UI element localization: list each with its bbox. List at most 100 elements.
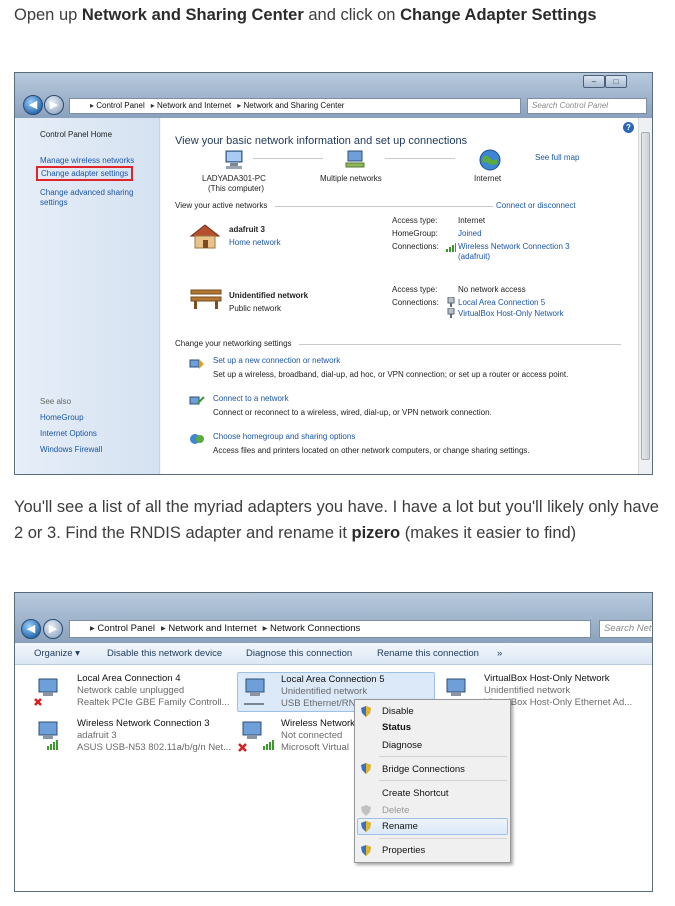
search-input[interactable]: Search Control Panel xyxy=(527,98,647,114)
network-1-name: adafruit 3 xyxy=(229,225,266,234)
uac-shield-icon xyxy=(361,763,371,774)
back-icon[interactable]: ◀ xyxy=(21,619,41,639)
menu-item-rename[interactable]: Rename xyxy=(382,821,418,832)
adapter-status: adafruit 3 xyxy=(77,730,117,741)
connections-label: Connections: xyxy=(392,298,439,307)
organize-menu[interactable]: Organize ▾ xyxy=(34,648,80,659)
forward-icon[interactable]: ▶ xyxy=(43,619,63,639)
menu-hover-highlight xyxy=(357,818,508,835)
network-1-type[interactable]: Home network xyxy=(229,238,281,247)
task-connect-network-link[interactable]: Connect to a network xyxy=(213,394,289,403)
address-bar[interactable]: Control Panel Network and Internet Network… xyxy=(69,98,521,114)
adapter-status: Network cable unplugged xyxy=(77,685,185,696)
virtualbox-host-only-link[interactable]: VirtualBox Host-Only Network xyxy=(458,309,564,318)
breadcrumb-network-connections[interactable]: Network Connections xyxy=(263,623,361,634)
wireless-connection-3-link[interactable]: Wireless Network Connection 3 xyxy=(458,242,570,251)
connect-disconnect-link[interactable]: Connect or disconnect xyxy=(496,201,576,210)
uac-shield-icon xyxy=(361,845,371,856)
see-also-label: See also xyxy=(40,397,72,406)
menu-item-bridge-connections[interactable]: Bridge Connections xyxy=(382,764,465,775)
network-2-name: Unidentified network xyxy=(229,291,309,300)
homegroup-joined-link[interactable]: Joined xyxy=(458,229,482,238)
wireless-adapter-icon xyxy=(38,721,58,750)
back-icon[interactable]: ◀ xyxy=(23,95,43,115)
menu-separator xyxy=(379,756,507,757)
see-also-homegroup[interactable]: HomeGroup xyxy=(40,413,84,422)
sidebar-home[interactable]: Control Panel Home xyxy=(40,130,112,139)
connections-label: Connections: xyxy=(392,242,439,251)
connect-network-icon xyxy=(189,396,205,405)
disable-device-button[interactable]: Disable this network device xyxy=(107,648,222,659)
adapter-wireless-network-connection-3[interactable]: Wireless Network Connection 3 adafruit 3… xyxy=(33,718,233,758)
task-homegroup-link[interactable]: Choose homegroup and sharing options xyxy=(213,432,355,441)
breadcrumb-network-internet[interactable]: Network and Internet xyxy=(151,101,232,110)
menu-item-diagnose[interactable]: Diagnose xyxy=(382,740,422,751)
adapter-name: Local Area Connection 5 xyxy=(281,674,385,685)
help-icon[interactable]: ? xyxy=(623,122,634,133)
menu-item-delete: Delete xyxy=(382,805,410,816)
command-toolbar: Organize ▾ Disable this network device D… xyxy=(15,643,652,665)
pizero-term: pizero xyxy=(351,524,401,542)
adapter-name: Local Area Connection 4 xyxy=(77,673,181,684)
menu-item-disable[interactable]: Disable xyxy=(382,706,414,717)
forward-icon[interactable]: ▶ xyxy=(44,95,64,115)
sidebar: Control Panel Home Manage wireless netwo… xyxy=(16,118,160,474)
multiple-networks-label: Multiple networks xyxy=(320,174,382,183)
sidebar-item-change-adapter-settings[interactable]: Change adapter settings xyxy=(36,166,134,181)
uac-shield-icon xyxy=(361,821,371,832)
rename-connection-button[interactable]: Rename this connection xyxy=(377,648,479,659)
access-type-value: No network access xyxy=(458,285,526,294)
maximize-button[interactable]: □ xyxy=(605,75,627,88)
map-connector-line xyxy=(385,158,455,159)
sidebar-item-advanced-sharing[interactable]: Change advanced sharing settings xyxy=(40,188,150,208)
adapter-status: Not connected xyxy=(281,730,343,741)
breadcrumb-network-sharing-center[interactable]: Network and Sharing Center xyxy=(237,101,344,110)
adapter-status: Unidentified network xyxy=(484,685,571,696)
network-sharing-center-term: Network and Sharing Center xyxy=(81,6,304,24)
section-divider xyxy=(275,206,493,207)
adapter-local-area-connection-4[interactable]: Local Area Connection 4 Network cable un… xyxy=(33,673,233,713)
diagnose-connection-button[interactable]: Diagnose this connection xyxy=(246,648,352,659)
breadcrumb-network-internet[interactable]: Network and Internet xyxy=(161,623,257,634)
network-sharing-center-screenshot: – □ ◀ ▶ Control Panel Network and Interne… xyxy=(14,72,653,475)
task-homegroup-desc: Access files and printers located on oth… xyxy=(213,446,530,455)
more-commands-button[interactable]: » xyxy=(497,648,502,659)
breadcrumb-control-panel[interactable]: Control Panel xyxy=(90,101,145,110)
menu-separator xyxy=(379,780,507,781)
change-settings-label: Change your networking settings xyxy=(175,339,292,348)
adapter-wireless-network[interactable]: Wireless Network Not connected Microsoft… xyxy=(237,718,355,758)
main-panel: ? View your basic network information an… xyxy=(161,118,638,474)
vertical-scrollbar[interactable] xyxy=(638,118,652,474)
see-full-map-link[interactable]: See full map xyxy=(535,153,579,162)
address-bar[interactable]: Control Panel Network and Internet Network… xyxy=(69,620,591,638)
network-adapter-icon xyxy=(244,678,265,705)
search-input[interactable]: Search Net xyxy=(599,620,652,638)
menu-item-status[interactable]: Status xyxy=(382,722,411,733)
scrollbar-thumb[interactable] xyxy=(641,132,650,460)
task-setup-connection-link[interactable]: Set up a new connection or network xyxy=(213,356,340,365)
task-setup-connection-desc: Set up a wireless, broadband, dial-up, a… xyxy=(213,370,569,379)
new-connection-icon xyxy=(189,359,204,369)
network-adapter-icon xyxy=(34,678,58,706)
network-icon xyxy=(345,150,365,168)
menu-item-properties[interactable]: Properties xyxy=(382,845,425,856)
uac-shield-icon xyxy=(361,805,371,816)
breadcrumb-control-panel[interactable]: Control Panel xyxy=(90,623,155,634)
adapter-device: ASUS USB-N53 802.11a/b/g/n Net... xyxy=(77,742,232,753)
network-connections-screenshot: ◀ ▶ Control Panel Network and Internet Net… xyxy=(14,592,653,892)
adapter-name: Wireless Network xyxy=(281,718,355,729)
sidebar-item-manage-wireless[interactable]: Manage wireless networks xyxy=(40,156,134,165)
adapter-name: VirtualBox Host-Only Network xyxy=(484,673,610,684)
minimize-button[interactable]: – xyxy=(583,75,605,88)
see-also-windows-firewall[interactable]: Windows Firewall xyxy=(40,445,102,454)
local-area-connection-5-link[interactable]: Local Area Connection 5 xyxy=(458,298,545,307)
wireless-connection-3-ssid[interactable]: (adafruit) xyxy=(458,252,490,261)
menu-item-create-shortcut[interactable]: Create Shortcut xyxy=(382,788,449,799)
active-networks-label: View your active networks xyxy=(175,201,268,210)
uac-shield-icon xyxy=(361,706,371,717)
homegroup-icon xyxy=(190,434,204,444)
globe-icon xyxy=(479,149,501,171)
adapter-device: Microsoft Virtual xyxy=(281,742,349,753)
wifi-signal-icon xyxy=(446,243,456,252)
see-also-internet-options[interactable]: Internet Options xyxy=(40,429,97,438)
